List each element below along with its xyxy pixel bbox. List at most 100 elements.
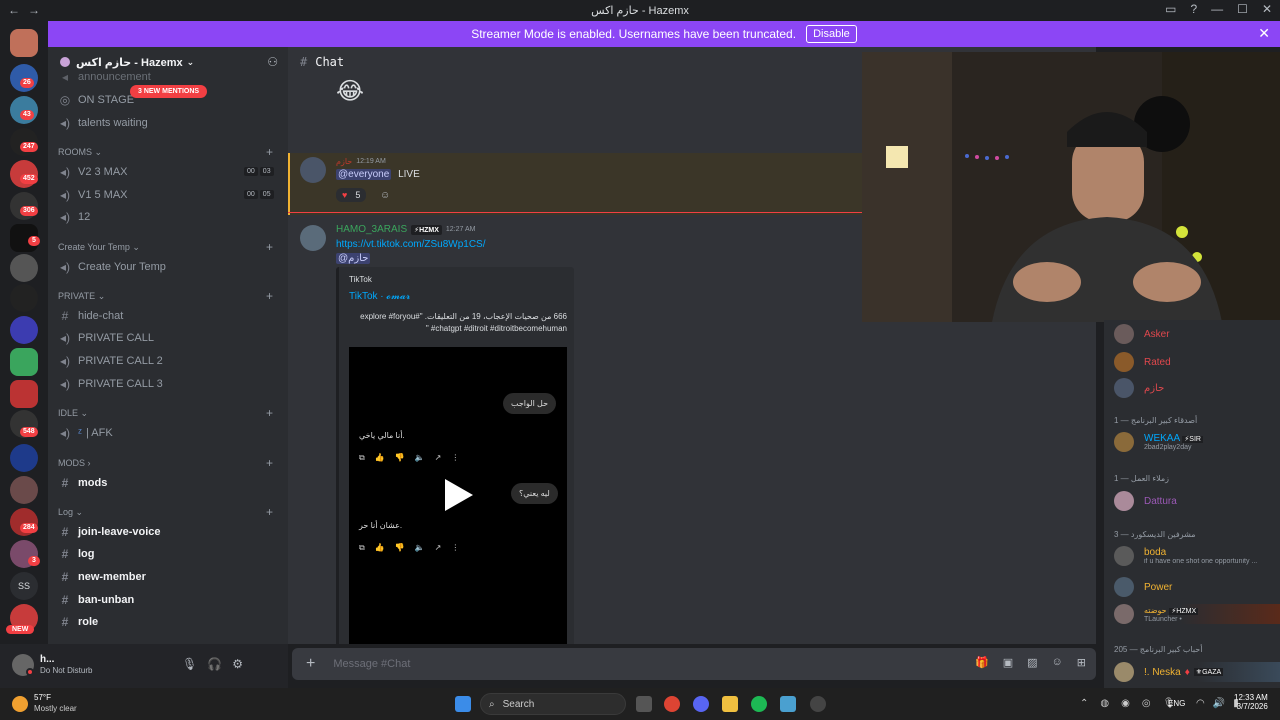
new-badge: NEW [6, 625, 35, 634]
file-explorer-icon[interactable] [722, 696, 738, 712]
taskbar-search[interactable]: ⌕ Search [480, 693, 626, 715]
emoji-icon[interactable]: ☺ [1052, 656, 1063, 669]
system-tray: ⌃ ◍ ◉ ◎ 🎙 [1080, 698, 1175, 709]
channel-mods[interactable]: # mods [58, 476, 108, 490]
channel-hide-chat[interactable]: # hide-chat [58, 309, 124, 323]
discord-icon[interactable] [693, 696, 709, 712]
play-icon[interactable] [445, 479, 473, 511]
channel-on-stage[interactable]: ◎ ON STAGE [58, 93, 134, 107]
server-icon[interactable] [10, 284, 38, 312]
member-item[interactable]: !. Neska ♦ ⚜GAZA [1114, 662, 1280, 682]
category-idle[interactable]: IDLE ⌄ [58, 408, 88, 419]
sticker-icon[interactable]: ▨ [1027, 656, 1037, 669]
channel-create-your-temp[interactable]: ◂) Create Your Temp [58, 260, 166, 274]
microphone-icon[interactable]: 🎙 [182, 657, 197, 671]
add-channel-icon[interactable]: + [266, 289, 273, 303]
video-player[interactable]: حل الواجب أنا مالي ياخي. ⧉ 👍 👎 🔈 ↗ ⋮ ليه يعني… [349, 347, 567, 644]
network-icon[interactable]: ◍ [1100, 698, 1109, 709]
server-icon[interactable] [10, 444, 38, 472]
discord-tray-icon[interactable]: ◉ [1121, 698, 1130, 709]
new-mentions-pill[interactable]: 3 NEW MENTIONS [130, 85, 208, 98]
user-mention[interactable]: @حازم [336, 253, 371, 264]
category-create-your-temp[interactable]: Create Your Temp ⌄ [58, 242, 140, 253]
language-indicator[interactable]: ENG [1168, 699, 1185, 708]
disable-streamer-button[interactable]: Disable [806, 25, 857, 43]
member-item[interactable]: Dattura [1114, 491, 1177, 511]
channel-afk[interactable]: ◂) ᶻ | AFK [58, 426, 113, 440]
add-reaction-icon[interactable]: ☺ [380, 190, 390, 201]
avatar[interactable] [300, 157, 326, 183]
channel-v2[interactable]: ◂) V2 3 MAX [58, 165, 128, 179]
message-author[interactable]: حازم [336, 157, 352, 166]
apps-icon[interactable]: ⊞ [1077, 656, 1086, 669]
message-input[interactable]: Message #Chat [333, 658, 410, 670]
category-rooms[interactable]: ROOMS ⌄ [58, 147, 102, 158]
steam-icon[interactable]: ◎ [1142, 698, 1151, 709]
channel-log[interactable]: # log [58, 547, 95, 561]
headphones-icon[interactable]: 🎧 [207, 657, 222, 671]
close-button[interactable]: ✕ [1262, 2, 1272, 16]
channel-12[interactable]: ◂) 12 [58, 210, 90, 224]
member-item[interactable]: Power [1114, 577, 1172, 597]
clock[interactable]: 12:33 AM 3/7/2026 [1234, 693, 1268, 711]
server-icon[interactable] [10, 316, 38, 344]
channel-ban-unban[interactable]: # ban-unban [58, 593, 135, 607]
add-attachment-icon[interactable]: + [306, 655, 315, 673]
channel-new-member[interactable]: # new-member [58, 570, 146, 584]
gif-icon[interactable]: ▣ [1003, 656, 1013, 669]
channel-announcement[interactable]: ◂ announcement [58, 70, 151, 84]
chrome-icon[interactable] [664, 696, 680, 712]
settings-gear-icon[interactable]: ⚙ [232, 657, 243, 671]
message-author[interactable]: HAMO_3ARAIS [336, 224, 407, 235]
weather-icon[interactable] [12, 696, 28, 712]
server-icon[interactable] [10, 254, 38, 282]
channel-private-call-3[interactable]: ◂) PRIVATE CALL 3 [58, 377, 163, 391]
category-private[interactable]: PRIVATE ⌄ [58, 291, 105, 302]
member-item[interactable]: Rated [1114, 352, 1171, 372]
minimize-button[interactable]: — [1211, 2, 1223, 16]
server-icon[interactable] [10, 476, 38, 504]
app-icon[interactable] [780, 696, 796, 712]
server-icon-ss[interactable]: SS [10, 572, 38, 600]
wifi-icon[interactable]: ◠ [1196, 698, 1205, 709]
volume-icon[interactable]: 🔊 [1213, 698, 1225, 709]
channel-talents-waiting[interactable]: ◂) talents waiting [58, 116, 148, 130]
avatar[interactable] [300, 225, 326, 251]
everyone-mention[interactable]: @everyone [336, 169, 392, 180]
close-banner-icon[interactable]: ✕ [1258, 25, 1270, 42]
inbox-icon[interactable]: ▭ [1165, 2, 1176, 16]
channel-private-call[interactable]: ◂) PRIVATE CALL [58, 331, 154, 345]
gift-icon[interactable]: 🎁 [975, 656, 989, 669]
add-channel-icon[interactable]: + [266, 406, 273, 420]
member-item[interactable]: حوضته ⚡HZMX TLauncher • [1114, 604, 1280, 624]
category-mods[interactable]: MODS › [58, 458, 91, 468]
category-log[interactable]: Log ⌄ [58, 507, 83, 518]
channel-role[interactable]: # role [58, 615, 99, 629]
embed-title[interactable]: TikTok · 𝓸𝓶𝓪𝓻 [349, 291, 410, 302]
add-channel-icon[interactable]: + [266, 505, 273, 519]
add-member-icon[interactable]: ⚇ [267, 55, 278, 69]
reaction-heart[interactable]: ♥ 5 [336, 188, 367, 202]
channel-join-leave-voice[interactable]: # join-leave-voice [58, 525, 161, 539]
direct-messages-icon[interactable] [10, 29, 38, 57]
channel-private-call-2[interactable]: ◂) PRIVATE CALL 2 [58, 354, 163, 368]
add-channel-icon[interactable]: + [266, 456, 273, 470]
tiktok-link[interactable]: https://vt.tiktok.com/ZSu8Wp1CS/ [336, 239, 486, 250]
add-channel-icon[interactable]: + [266, 145, 273, 159]
obs-icon[interactable] [810, 696, 826, 712]
spotify-icon[interactable] [751, 696, 767, 712]
member-item[interactable]: boda if u have one shot one opportunity .… [1114, 546, 1274, 566]
server-icon[interactable] [10, 380, 38, 408]
member-item[interactable]: Asker [1114, 324, 1170, 344]
member-item[interactable]: حازم [1114, 378, 1164, 398]
message-composer[interactable]: + Message #Chat 🎁 ▣ ▨ ☺ ⊞ [292, 648, 1096, 680]
server-icon[interactable] [10, 348, 38, 376]
help-icon[interactable]: ? [1190, 2, 1197, 16]
chevron-up-icon[interactable]: ⌃ [1080, 698, 1088, 709]
start-windows-icon[interactable] [455, 696, 471, 712]
task-view-icon[interactable] [636, 696, 652, 712]
add-channel-icon[interactable]: + [266, 240, 273, 254]
channel-v1[interactable]: ◂) V1 5 MAX [58, 188, 128, 202]
member-item[interactable]: WEKAA ⚡SIR 2bad2play2day [1114, 432, 1203, 452]
maximize-button[interactable]: ☐ [1237, 2, 1248, 16]
